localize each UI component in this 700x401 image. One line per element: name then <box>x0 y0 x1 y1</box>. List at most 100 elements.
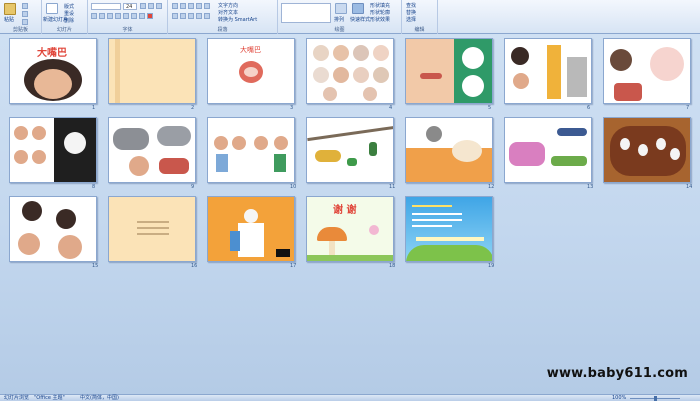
slide-number: 17 <box>290 263 297 269</box>
slide-thumbnail-5[interactable] <box>405 38 493 104</box>
paste-button[interactable]: 粘贴 <box>4 16 14 23</box>
align-right-icon[interactable] <box>188 13 194 19</box>
font-name-field[interactable] <box>91 3 121 10</box>
shadow-icon[interactable] <box>123 13 129 19</box>
slide-number: 7 <box>686 105 690 111</box>
shrink-font-icon[interactable] <box>148 3 154 9</box>
grow-font-icon[interactable] <box>140 3 146 9</box>
font-color-icon[interactable] <box>147 13 153 19</box>
line-spacing-icon[interactable] <box>204 3 210 9</box>
slide-thumbnail-16[interactable] <box>108 196 196 262</box>
font-size-field[interactable]: 24 <box>123 3 137 10</box>
kid-illustration <box>18 233 40 255</box>
slide-thumbnail-18[interactable]: 谢 谢 <box>306 196 394 262</box>
decrease-indent-icon[interactable] <box>188 3 194 9</box>
slide-thumbnail-8[interactable] <box>9 117 97 183</box>
quick-styles-button[interactable]: 快速样式 <box>350 16 370 23</box>
slide-thumbnail-11[interactable] <box>306 117 394 183</box>
slide-thumbnail-6[interactable] <box>504 38 592 104</box>
grass-illustration <box>307 255 393 261</box>
text-line <box>412 205 452 207</box>
slide-thumbnail-3[interactable]: 大嘴巴 <box>207 38 295 104</box>
slide-number: 8 <box>92 184 96 190</box>
slide-number: 3 <box>290 105 294 111</box>
kid-illustration <box>32 126 46 140</box>
select-button[interactable]: 选择 <box>406 16 416 23</box>
new-slide-icon[interactable] <box>46 3 58 14</box>
slide-thumbnail-4[interactable] <box>306 38 394 104</box>
increase-indent-icon[interactable] <box>196 3 202 9</box>
text-line <box>412 213 462 215</box>
align-text-button[interactable]: 对齐文本 <box>218 9 238 16</box>
align-center-icon[interactable] <box>180 13 186 19</box>
mushroom-stem-illustration <box>329 241 335 255</box>
change-case-icon[interactable] <box>139 13 145 19</box>
circle-illustration <box>373 45 389 61</box>
banner-illustration <box>416 237 484 241</box>
delete-button[interactable]: 删除 <box>64 17 74 24</box>
shape-effects-button[interactable]: 形状效果 <box>370 16 390 23</box>
slide-thumbnail-15[interactable] <box>9 196 97 262</box>
slide-thumbnail-2[interactable] <box>108 38 196 104</box>
status-bar: 幻灯片浏览 "Office 主题" 中文(简体，中国) 100% <box>0 394 700 401</box>
align-left-icon[interactable] <box>172 13 178 19</box>
find-button[interactable]: 查找 <box>406 2 416 9</box>
char-spacing-icon[interactable] <box>131 13 137 19</box>
barcode-icon <box>276 249 290 257</box>
kid-illustration <box>610 49 632 71</box>
format-painter-icon[interactable] <box>22 19 28 25</box>
slide-number: 14 <box>686 184 693 190</box>
numbering-icon[interactable] <box>180 3 186 9</box>
tongue-illustration <box>244 67 258 77</box>
circle-illustration <box>333 45 349 61</box>
group-label-drawing: 绘图 <box>334 27 345 33</box>
slide-thumbnail-9[interactable] <box>108 117 196 183</box>
view-label: 幻灯片浏览 <box>4 395 30 401</box>
shapes-gallery[interactable] <box>281 3 331 23</box>
group-label-slides: 幻灯片 <box>56 27 72 33</box>
shape-fill-button[interactable]: 形状填充 <box>370 2 390 9</box>
copy-icon[interactable] <box>22 11 28 17</box>
slide-thumbnail-1[interactable]: 大嘴巴 <box>9 38 97 104</box>
circle-illustration <box>323 87 337 101</box>
slide-thumbnail-17[interactable] <box>207 196 295 262</box>
slide-thumbnail-12[interactable] <box>405 117 493 183</box>
replace-button[interactable]: 替换 <box>406 9 416 16</box>
clear-format-icon[interactable] <box>156 3 162 9</box>
zoom-label: 100% <box>612 395 627 401</box>
bold-icon[interactable] <box>91 13 97 19</box>
reset-button[interactable]: 重设 <box>64 10 74 17</box>
italic-icon[interactable] <box>99 13 105 19</box>
columns-icon[interactable] <box>204 13 210 19</box>
slide-thumbnail-13[interactable] <box>504 117 592 183</box>
slide-thumbnail-19[interactable] <box>405 196 493 262</box>
face-closeup <box>406 39 454 103</box>
shape-outline-button[interactable]: 形状轮廓 <box>370 9 390 16</box>
zoom-slider-thumb[interactable] <box>654 396 657 401</box>
circle-illustration <box>313 67 329 83</box>
slide-title: 大嘴巴 <box>240 46 261 54</box>
slide-number: 15 <box>92 263 99 269</box>
paste-icon[interactable] <box>4 3 16 15</box>
layout-button[interactable]: 版式 <box>64 3 74 10</box>
justify-icon[interactable] <box>196 13 202 19</box>
watermark-text: www.baby611.com <box>546 366 688 381</box>
circle-illustration <box>353 67 369 83</box>
bird-illustration <box>369 142 377 156</box>
bullets-icon[interactable] <box>172 3 178 9</box>
arrange-button[interactable]: 排列 <box>334 16 344 23</box>
clipboard-group: 粘贴 剪贴板 <box>0 0 42 34</box>
smartart-button[interactable]: 转换为 SmartArt <box>218 16 257 23</box>
text-direction-button[interactable]: 文字方向 <box>218 2 238 9</box>
slide-thumbnail-10[interactable] <box>207 117 295 183</box>
arrange-icon[interactable] <box>335 3 347 14</box>
underline-icon[interactable] <box>107 13 113 19</box>
flower-illustration <box>369 225 379 235</box>
circle-illustration <box>462 75 484 97</box>
slide-thumbnail-14[interactable] <box>603 117 691 183</box>
cut-icon[interactable] <box>22 3 28 9</box>
theme-label: "Office 主题" <box>34 395 65 401</box>
quick-styles-icon[interactable] <box>352 3 364 14</box>
strikethrough-icon[interactable] <box>115 13 121 19</box>
slide-thumbnail-7[interactable] <box>603 38 691 104</box>
